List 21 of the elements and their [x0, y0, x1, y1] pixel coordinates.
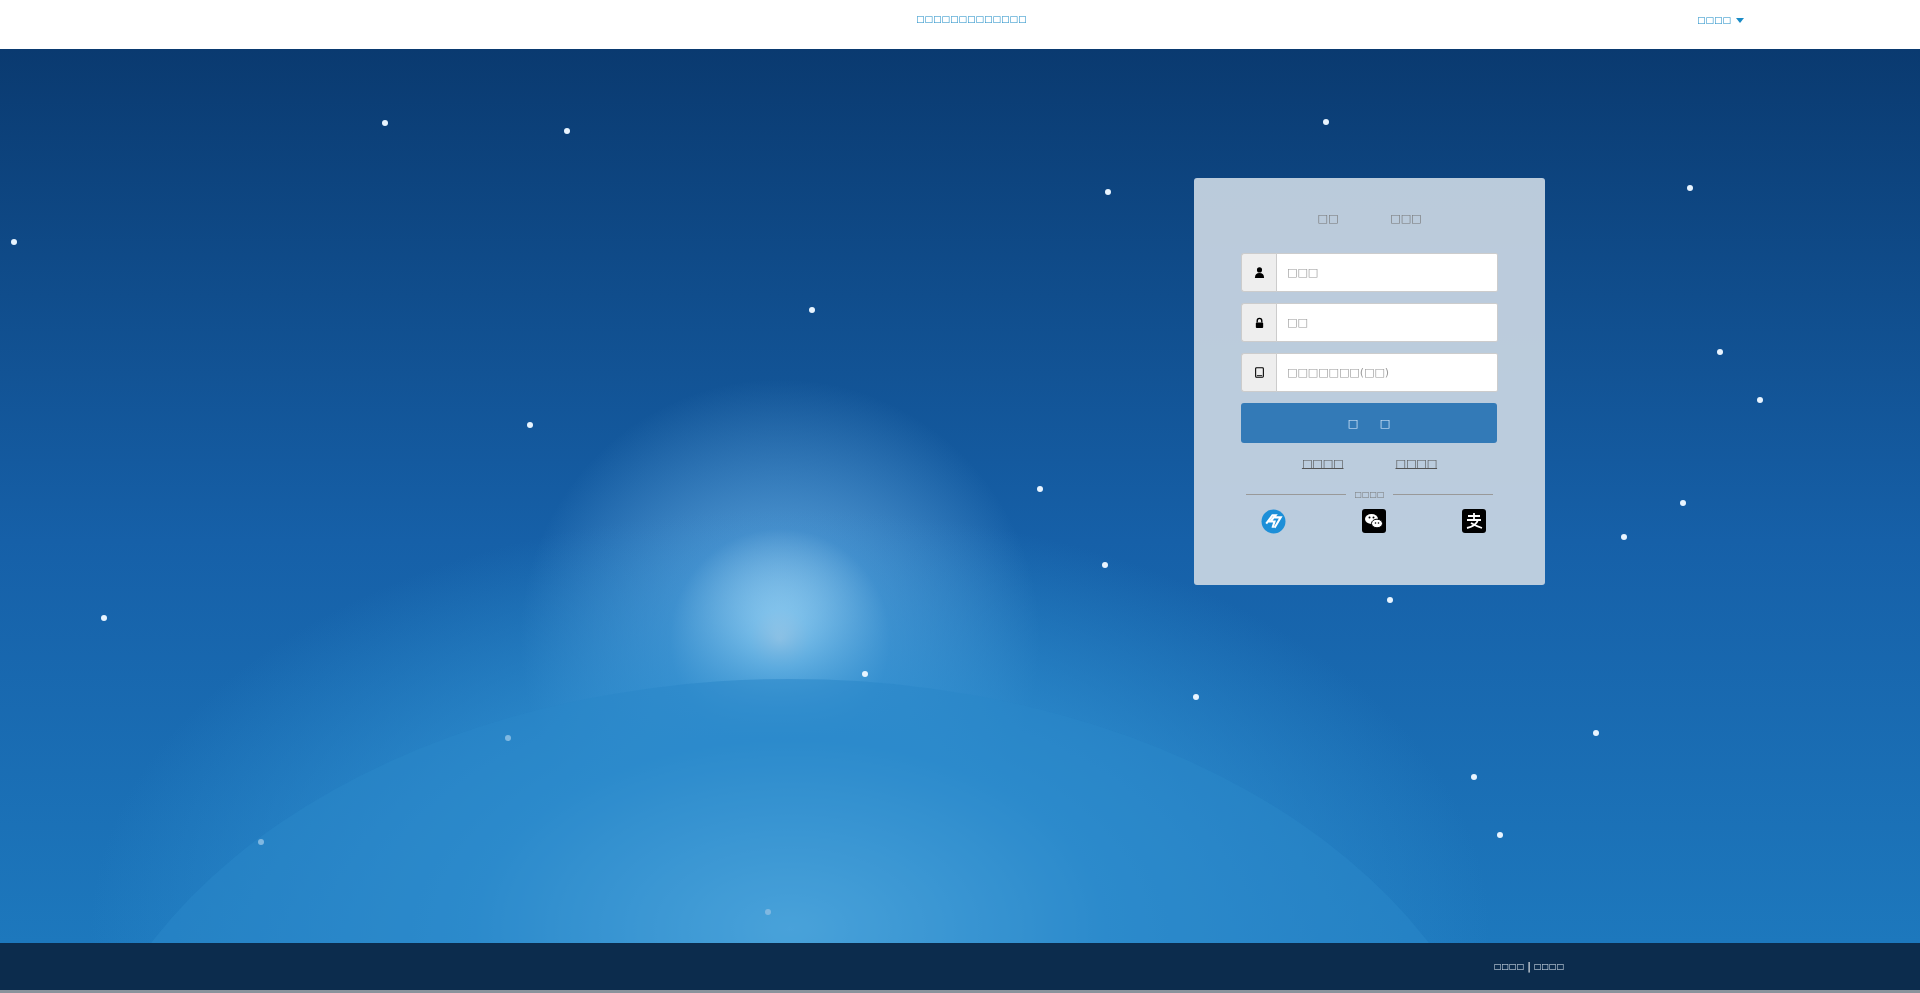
chat-bubbles-icon[interactable]	[1362, 509, 1386, 533]
user-icon	[1253, 267, 1265, 278]
payment-logo-icon[interactable]	[1462, 509, 1486, 533]
footer-link[interactable]: □□□□	[1494, 962, 1525, 971]
text-link[interactable]: □□□□	[1395, 457, 1438, 470]
footer-link[interactable]: □□□□	[1533, 962, 1565, 971]
text-link[interactable]: □□□□	[1301, 457, 1344, 470]
login-button[interactable]: □ □	[1241, 403, 1497, 443]
caret-icon	[1736, 17, 1744, 23]
login-tab[interactable]: □□	[1317, 208, 1339, 229]
divider-label: □□□□	[1354, 490, 1385, 499]
input-field[interactable]: □□□	[1276, 253, 1498, 292]
separator: |	[1527, 960, 1531, 973]
account-menu[interactable]: □□□□	[1697, 15, 1744, 25]
site-title: □□□□□□□□□□□□□	[916, 14, 1027, 24]
lock-icon	[1253, 317, 1265, 328]
input-field[interactable]: □□	[1276, 303, 1498, 342]
logo-icon[interactable]	[1261, 509, 1286, 534]
input-field[interactable]: □□□□□□□(□□)	[1276, 353, 1498, 392]
login-tab[interactable]: □□□	[1390, 208, 1422, 229]
tablet-icon	[1254, 367, 1264, 378]
